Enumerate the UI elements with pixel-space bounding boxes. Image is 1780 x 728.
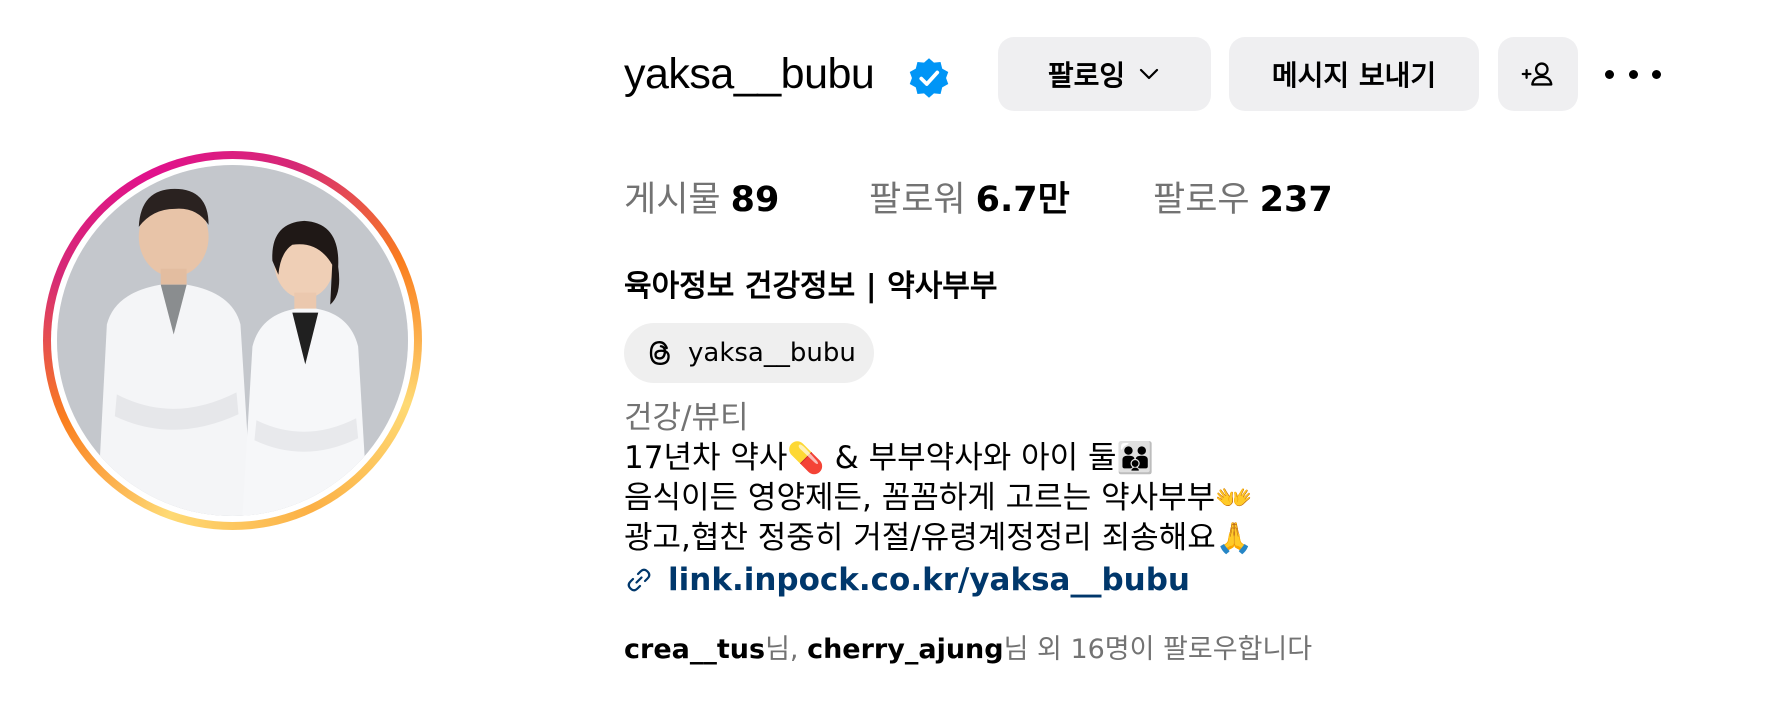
followers-value: 6.7만 (975, 180, 1070, 220)
profile-full-name: 육아정보 건강정보 | 약사부부 (624, 269, 998, 304)
pill-emoji: 💊 (787, 441, 825, 476)
bio-link-text[interactable]: link.inpock.co.kr/yaksa__bubu (668, 559, 1190, 601)
followed-by-user-2[interactable]: cherry_ajung (807, 634, 1004, 665)
more-dot (1628, 69, 1638, 79)
profile-username: yaksa__bubu (624, 50, 875, 98)
add-user-icon (1521, 62, 1553, 86)
bio-link[interactable]: link.inpock.co.kr/yaksa__bubu (624, 559, 1190, 601)
suggest-users-button[interactable] (1498, 37, 1578, 111)
followers-label: 팔로워 (869, 180, 966, 220)
chevron-down-icon (1140, 68, 1159, 80)
bio-line-3: 광고,협찬 정중히 거절/유령계정정리 죄송해요🙏 (624, 518, 1253, 559)
avatar-story-ring[interactable] (43, 151, 422, 530)
profile-category: 건강/뷰티 (624, 400, 749, 436)
following-label: 팔로우 (1153, 180, 1250, 220)
following-link[interactable]: 팔로우 237 (1153, 175, 1333, 225)
verified-badge-icon (909, 58, 949, 98)
followed-by-suffix-1: 님, (765, 634, 808, 665)
bio-line-1-text-2: & 부부약사와 아이 둘 (824, 440, 1117, 476)
message-button[interactable]: 메시지 보내기 (1229, 37, 1479, 111)
threads-handle: yaksa__bubu (688, 338, 856, 368)
link-icon (627, 568, 651, 592)
posts-count: 게시물 89 (624, 175, 779, 225)
family-emoji: 👪 (1116, 441, 1154, 476)
posts-label: 게시물 (624, 180, 721, 220)
bio-line-2: 음식이든 영양제든, 꼼꼼하게 고르는 약사부부👐 (624, 478, 1253, 519)
avatar[interactable] (57, 165, 408, 516)
posts-value: 89 (730, 180, 780, 220)
threads-icon (649, 341, 670, 365)
followed-by-text[interactable]: crea__tus님, cherry_ajung님 외 16명이 팔로우합니다 (624, 630, 1312, 670)
following-button-label: 팔로잉 (1047, 59, 1126, 92)
bio-line-1-text: 17년차 약사 (624, 440, 788, 476)
followers-link[interactable]: 팔로워 6.7만 (869, 175, 1070, 225)
threads-badge[interactable]: yaksa__bubu (624, 323, 874, 383)
open-hands-emoji: 👐 (1215, 481, 1253, 516)
bio-line-1: 17년차 약사💊 & 부부약사와 아이 둘👪 (624, 438, 1154, 479)
more-dot (1605, 69, 1614, 79)
avatar-photo-illustration (57, 165, 408, 516)
following-value: 237 (1259, 180, 1333, 220)
message-button-label: 메시지 보내기 (1271, 59, 1437, 92)
bio-line-2-text: 음식이든 영양제든, 꼼꼼하게 고르는 약사부부 (624, 480, 1216, 516)
bio-line-3-text: 광고,협찬 정중히 거절/유령계정정리 죄송해요 (624, 520, 1216, 556)
more-options-icon[interactable] (1605, 52, 1661, 96)
folded-hands-emoji: 🙏 (1215, 521, 1254, 556)
more-dot (1652, 69, 1661, 79)
followed-by-user-1[interactable]: crea__tus (624, 634, 765, 665)
following-button[interactable]: 팔로잉 (998, 37, 1211, 111)
followed-by-suffix-2: 님 외 16명이 팔로우합니다 (1003, 634, 1313, 665)
